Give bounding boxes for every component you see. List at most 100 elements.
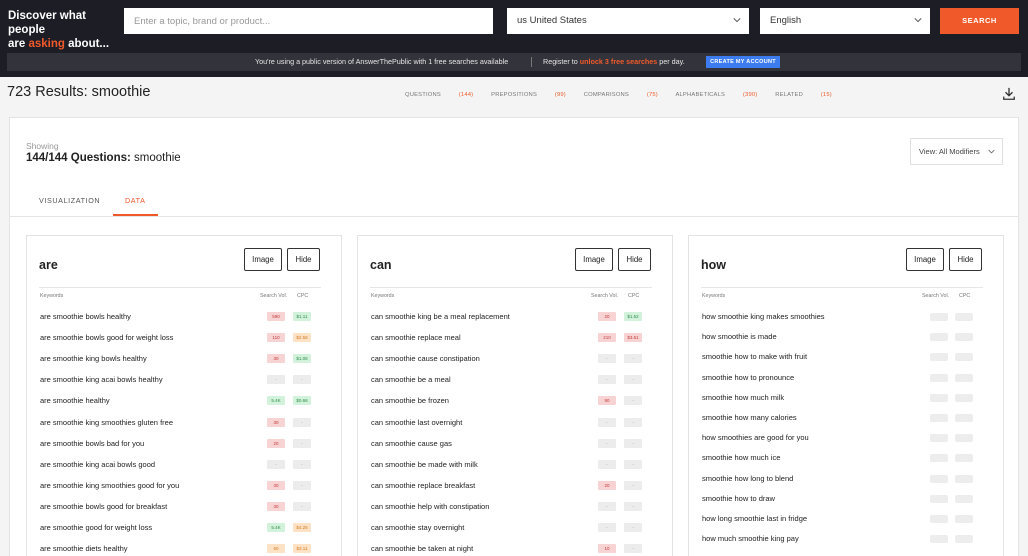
hide-button[interactable]: Hide xyxy=(949,248,982,271)
keyword-text[interactable]: are smoothie bowls good for breakfast xyxy=(40,501,167,513)
search-volume-badge: 20 xyxy=(598,312,616,321)
keyword-text[interactable]: are smoothie good for weight loss xyxy=(40,522,152,534)
keyword-text[interactable]: how much smoothie king pay xyxy=(702,533,799,545)
keyword-text[interactable]: can smoothie be taken at night xyxy=(371,543,473,555)
tab-prepositions[interactable]: PREPOSITIONS (99) xyxy=(491,92,566,98)
keyword-text[interactable]: smoothie how to pronounce xyxy=(702,372,794,384)
keyword-text[interactable]: how smoothie is made xyxy=(702,331,777,343)
keyword-row[interactable]: can smoothie replace breakfast 20- xyxy=(371,480,661,492)
keyword-text[interactable]: are smoothie king bowls healthy xyxy=(40,353,147,365)
language-select[interactable]: English xyxy=(760,8,930,34)
keyword-row[interactable]: are smoothie bowls good for weight loss 1… xyxy=(40,332,330,344)
tab-alphabeticals-count: (390) xyxy=(742,92,758,98)
keyword-text[interactable]: are smoothie healthy xyxy=(40,395,110,407)
keyword-row[interactable]: are smoothie good for weight loss 5.4K $4.… xyxy=(40,522,330,534)
search-volume-badge: - xyxy=(598,375,616,385)
keyword-text[interactable]: how smoothies are good for you xyxy=(702,432,809,444)
hide-button[interactable]: Hide xyxy=(287,248,320,271)
tab-visualization[interactable]: VISUALIZATION xyxy=(39,196,100,205)
image-button[interactable]: Image xyxy=(575,248,613,271)
tab-questions[interactable]: QUESTIONS (144) xyxy=(405,92,473,98)
image-button[interactable]: Image xyxy=(906,248,944,271)
image-button[interactable]: Image xyxy=(244,248,282,271)
keyword-row[interactable]: smoothie how much ice xyxy=(702,452,992,464)
create-account-button[interactable]: CREATE MY ACCOUNT xyxy=(706,56,780,68)
keyword-row[interactable]: can smoothie last overnight - - xyxy=(371,417,661,429)
keyword-text[interactable]: are smoothie king smoothies gluten free xyxy=(40,417,173,429)
tab-data[interactable]: DATA xyxy=(125,196,146,205)
keyword-row[interactable]: how smoothie king makes smoothies xyxy=(702,311,992,323)
keyword-row[interactable]: smoothie how many calories xyxy=(702,412,992,424)
keyword-row[interactable]: are smoothie bowls good for breakfast 30- xyxy=(40,501,330,513)
keyword-text[interactable]: smoothie how to draw xyxy=(702,493,775,505)
keyword-text[interactable]: are smoothie king smoothies good for you xyxy=(40,480,179,492)
keyword-row[interactable]: are smoothie healthy 5.4K $0.68 xyxy=(40,395,330,407)
keyword-row[interactable]: can smoothie replace meal 210 $3.61 xyxy=(371,332,661,344)
keyword-text[interactable]: are smoothie bowls bad for you xyxy=(40,438,144,450)
keyword-text[interactable]: can smoothie cause gas xyxy=(371,438,452,450)
keyword-row[interactable]: how smoothies are good for you xyxy=(702,432,992,444)
notice-unlock-link[interactable]: unlock 3 free searches xyxy=(580,57,658,66)
hide-button[interactable]: Hide xyxy=(618,248,651,271)
keyword-row[interactable]: smoothie how to make with fruit xyxy=(702,351,992,363)
keyword-row[interactable]: are smoothie king acai bowls good - - xyxy=(40,459,330,471)
keyword-row[interactable]: can smoothie be taken at night 10- xyxy=(371,543,661,555)
view-modifiers-select[interactable]: View: All Modifiers xyxy=(910,138,1003,165)
keyword-text[interactable]: smoothie how to make with fruit xyxy=(702,351,807,363)
keyword-row[interactable]: can smoothie cause constipation - - xyxy=(371,353,661,365)
cpc-badge: - xyxy=(624,354,642,364)
keyword-text[interactable]: how smoothie king makes smoothies xyxy=(702,311,825,323)
keyword-text[interactable]: can smoothie cause constipation xyxy=(371,353,480,365)
tab-related[interactable]: RELATED (15) xyxy=(775,92,832,98)
keyword-text[interactable]: smoothie how much ice xyxy=(702,452,780,464)
keyword-row[interactable]: can smoothie king be a meal replacement 2… xyxy=(371,311,661,323)
search-button[interactable]: SEARCH xyxy=(940,8,1019,34)
tab-comparisons[interactable]: COMPARISONS (75) xyxy=(584,92,658,98)
keyword-row[interactable]: how much smoothie king pay xyxy=(702,533,992,545)
keyword-text[interactable]: are smoothie king acai bowls good xyxy=(40,459,155,471)
keyword-text[interactable]: can smoothie stay overnight xyxy=(371,522,464,534)
keyword-text[interactable]: are smoothie diets healthy xyxy=(40,543,128,555)
keyword-row[interactable]: can smoothie stay overnight - - xyxy=(371,522,661,534)
keyword-text[interactable]: smoothie how long to blend xyxy=(702,473,793,485)
keyword-row[interactable]: are smoothie king smoothies good for you… xyxy=(40,480,330,492)
keyword-text[interactable]: are smoothie bowls good for weight loss xyxy=(40,332,173,344)
locked-cpc xyxy=(955,474,973,483)
keyword-text[interactable]: smoothie how much milk xyxy=(702,392,784,404)
keyword-row[interactable]: are smoothie king acai bowls healthy - - xyxy=(40,374,330,386)
keyword-text[interactable]: smoothie how many calories xyxy=(702,412,797,424)
keyword-row[interactable]: can smoothie be frozen 90- xyxy=(371,395,661,407)
keyword-row[interactable]: can smoothie be a meal - - xyxy=(371,374,661,386)
keyword-row[interactable]: are smoothie bowls healthy 590 $1.11 xyxy=(40,311,330,323)
keyword-row[interactable]: smoothie how to draw xyxy=(702,493,992,505)
keyword-row[interactable]: are smoothie king smoothies gluten free 3… xyxy=(40,417,330,429)
keyword-row[interactable]: how smoothie is made xyxy=(702,331,992,343)
search-volume-badge: 10 xyxy=(598,544,616,554)
keyword-text[interactable]: can smoothie help with constipation xyxy=(371,501,489,513)
keyword-text[interactable]: can smoothie replace breakfast xyxy=(371,480,475,492)
keyword-row[interactable]: are smoothie king bowls healthy 30 $1.08 xyxy=(40,353,330,365)
download-icon[interactable] xyxy=(1002,87,1016,101)
keyword-row[interactable]: how long smoothie last in fridge xyxy=(702,513,992,525)
keyword-text[interactable]: can smoothie replace meal xyxy=(371,332,461,344)
keyword-text[interactable]: how long smoothie last in fridge xyxy=(702,513,807,525)
keyword-row[interactable]: can smoothie cause gas - - xyxy=(371,438,661,450)
topic-search-input[interactable] xyxy=(124,8,493,34)
keyword-text[interactable]: are smoothie king acai bowls healthy xyxy=(40,374,163,386)
country-select[interactable]: us United States xyxy=(507,8,749,34)
keyword-row[interactable]: can smoothie be made with milk - - xyxy=(371,459,661,471)
keyword-text[interactable]: can smoothie be frozen xyxy=(371,395,449,407)
keyword-row[interactable]: can smoothie help with constipation - - xyxy=(371,501,661,513)
tab-alphabeticals[interactable]: ALPHABETICALS (390) xyxy=(675,92,757,98)
keyword-row[interactable]: smoothie how much milk xyxy=(702,392,992,404)
keyword-row[interactable]: are smoothie diets healthy 50 $3.11 xyxy=(40,543,330,555)
keyword-row[interactable]: smoothie how to pronounce xyxy=(702,372,992,384)
keyword-text[interactable]: can smoothie be made with milk xyxy=(371,459,478,471)
keywords-header: Keywords xyxy=(371,293,395,299)
keyword-row[interactable]: smoothie how long to blend xyxy=(702,473,992,485)
keyword-text[interactable]: can smoothie last overnight xyxy=(371,417,462,429)
keyword-row[interactable]: are smoothie bowls bad for you 20- xyxy=(40,438,330,450)
keyword-text[interactable]: can smoothie king be a meal replacement xyxy=(371,311,510,323)
keyword-text[interactable]: are smoothie bowls healthy xyxy=(40,311,131,323)
keyword-text[interactable]: can smoothie be a meal xyxy=(371,374,451,386)
